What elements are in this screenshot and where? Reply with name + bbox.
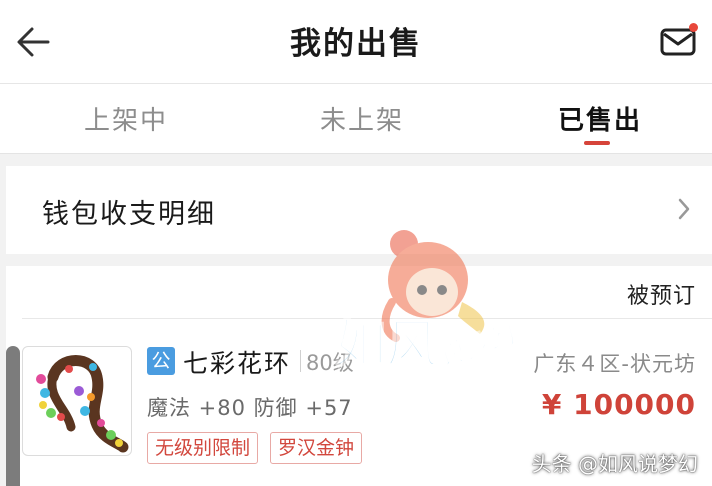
tab-unlisted[interactable]: 未上架 [320, 100, 404, 137]
item-tag: 罗汉金钟 [270, 432, 363, 464]
item-price: ¥ 100000 [541, 388, 696, 421]
server-type-badge: 公 [147, 347, 175, 375]
item-tag: 无级别限制 [147, 432, 259, 464]
order-status: 被预订 [626, 284, 696, 309]
chevron-right-icon [678, 198, 690, 220]
level-separator [300, 350, 301, 372]
tab-sold[interactable]: 已售出 [558, 100, 642, 137]
item-stats: 魔法 +80 防御 +57 [147, 396, 353, 420]
flower-wreath-icon [36, 355, 129, 453]
top-nav-bar: 我的出售 [0, 0, 712, 84]
svg-text:说梦幻: 说梦幻 [436, 320, 519, 373]
brand-logo-watermark: 如风 说梦幻 [333, 314, 520, 376]
item-thumbnail[interactable] [22, 346, 132, 456]
mail-button[interactable] [660, 23, 700, 62]
tab-listed[interactable]: 上架中 [84, 100, 168, 137]
wallet-details-label: 钱包收支明细 [42, 199, 216, 230]
svg-text:如风: 如风 [334, 315, 438, 375]
notification-dot [689, 23, 698, 32]
page-title: 我的出售 [290, 26, 422, 62]
server-name: 广东４区-状元坊 [533, 352, 696, 376]
item-name: 七彩花环 [183, 349, 292, 378]
active-tab-indicator [584, 141, 610, 145]
wallet-details-row[interactable]: 钱包收支明细 [6, 166, 712, 254]
footer-watermark: 头条 @如风说梦幻 [531, 452, 698, 476]
app-screen: 我的出售 上架中 未上架 已售出 钱包收支明细 被预订 公 七彩花环 80级 魔… [0, 0, 712, 486]
side-scroll-handle[interactable] [6, 346, 20, 486]
